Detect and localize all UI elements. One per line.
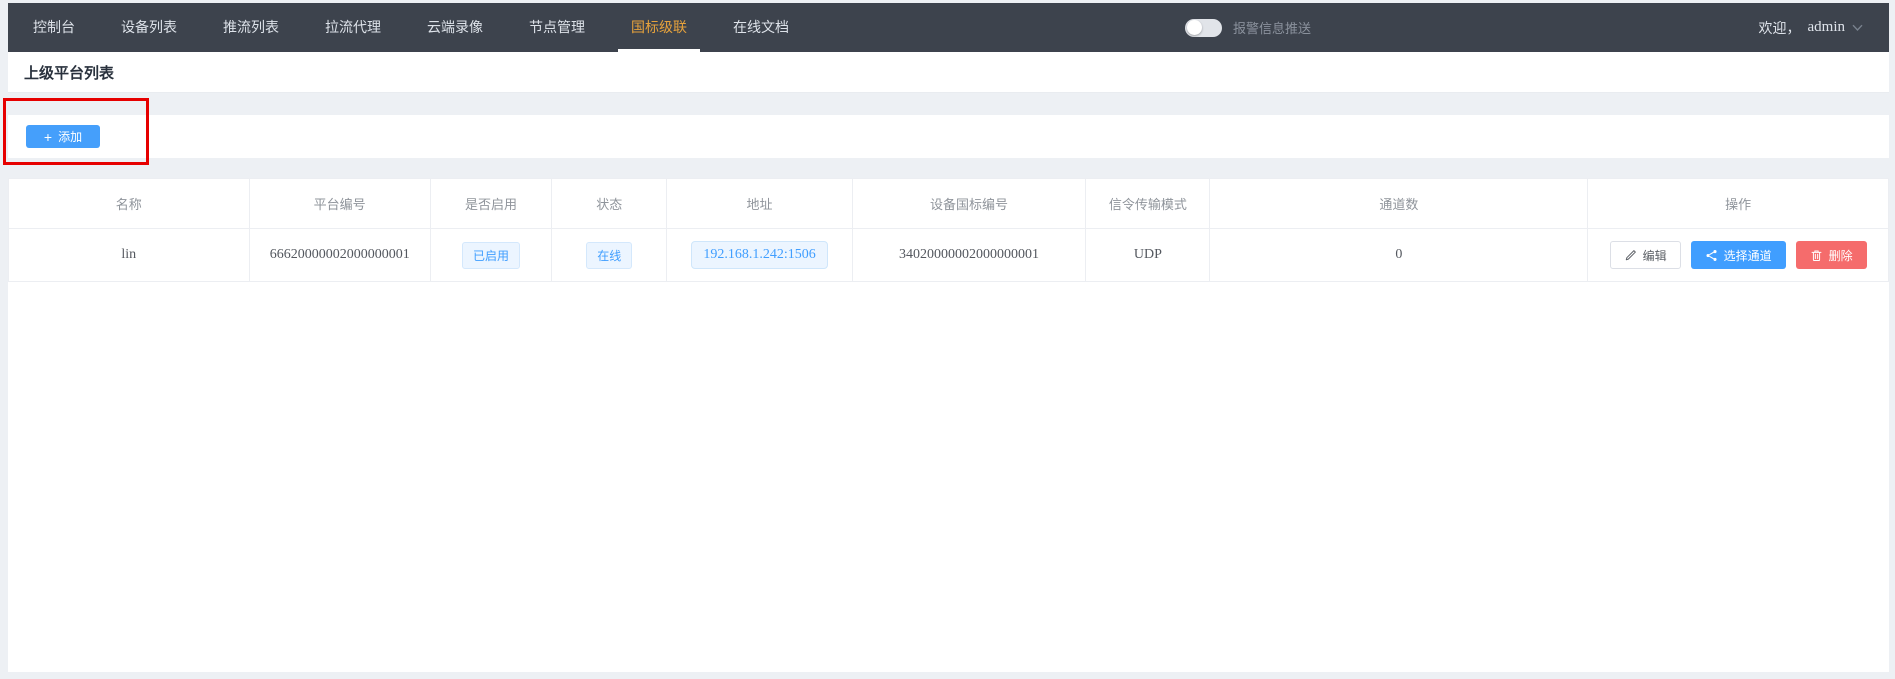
address-badge: 192.168.1.242:1506 [691, 241, 827, 269]
username: admin [1808, 19, 1846, 36]
alarm-push-group: 报警信息推送 [1185, 3, 1311, 52]
col-header-name: 名称 [9, 179, 250, 229]
cell-device-gb-id: 34020000002000000001 [852, 229, 1085, 282]
share-icon [1705, 249, 1718, 262]
welcome-text: 欢迎， [1759, 18, 1801, 38]
nav-item-gb-cascade[interactable]: 国标级联 [608, 3, 710, 52]
add-button-label: 添加 [58, 128, 82, 145]
cell-platform-id: 66620000002000000001 [249, 229, 430, 282]
alarm-push-toggle[interactable] [1185, 19, 1222, 37]
cell-channel-count: 0 [1210, 229, 1588, 282]
toggle-knob [1187, 20, 1202, 35]
page-root: 控制台 设备列表 推流列表 拉流代理 云端录像 节点管理 国标级联 在线文档 报… [0, 0, 1895, 679]
cell-enabled: 已启用 [430, 229, 551, 282]
cell-signal-transport: UDP [1086, 229, 1210, 282]
nav-item-push-list[interactable]: 推流列表 [200, 3, 302, 52]
delete-button[interactable]: 删除 [1796, 241, 1867, 269]
top-nav: 控制台 设备列表 推流列表 拉流代理 云端录像 节点管理 国标级联 在线文档 报… [8, 3, 1889, 52]
status-badge: 在线 [586, 242, 632, 269]
col-header-device-gb-id: 设备国标编号 [852, 179, 1085, 229]
nav-item-node-manage[interactable]: 节点管理 [506, 3, 608, 52]
user-menu[interactable]: 欢迎， admin [1759, 3, 1864, 52]
nav-item-pull-proxy[interactable]: 拉流代理 [302, 3, 404, 52]
chevron-down-icon [1852, 24, 1863, 32]
table-row: lin 66620000002000000001 已启用 在线 192.168.… [9, 229, 1889, 282]
edit-button-label: 编辑 [1643, 247, 1667, 264]
col-header-channel-count: 通道数 [1210, 179, 1588, 229]
nav-item-device-list[interactable]: 设备列表 [98, 3, 200, 52]
select-channel-label: 选择通道 [1724, 247, 1772, 264]
alarm-push-label: 报警信息推送 [1233, 18, 1311, 37]
cell-status: 在线 [552, 229, 667, 282]
add-button[interactable]: + 添加 [26, 125, 100, 148]
title-bar: 上级平台列表 [8, 52, 1889, 93]
nav-item-online-docs[interactable]: 在线文档 [710, 3, 812, 52]
nav-item-cloud-record[interactable]: 云端录像 [404, 3, 506, 52]
enabled-badge: 已启用 [462, 242, 520, 269]
col-header-address: 地址 [667, 179, 852, 229]
edit-pen-icon [1624, 249, 1637, 262]
col-header-signal-transport: 信令传输模式 [1086, 179, 1210, 229]
cell-address: 192.168.1.242:1506 [667, 229, 852, 282]
cell-name: lin [9, 229, 250, 282]
col-header-enabled: 是否启用 [430, 179, 551, 229]
spacer [8, 158, 1889, 178]
col-header-actions: 操作 [1588, 179, 1889, 229]
col-header-platform-id: 平台编号 [249, 179, 430, 229]
select-channel-button[interactable]: 选择通道 [1691, 241, 1786, 269]
platform-table-card: 名称 平台编号 是否启用 状态 地址 设备国标编号 信令传输模式 通道数 操作 … [8, 178, 1889, 672]
nav-item-console[interactable]: 控制台 [10, 3, 98, 52]
trash-icon [1810, 249, 1823, 262]
cell-actions: 编辑 选择通道 [1588, 229, 1889, 282]
edit-button[interactable]: 编辑 [1610, 241, 1681, 269]
nav-menu: 控制台 设备列表 推流列表 拉流代理 云端录像 节点管理 国标级联 在线文档 [8, 3, 812, 52]
toolbar: + 添加 [8, 115, 1889, 158]
spacer [8, 93, 1889, 115]
plus-icon: + [44, 130, 52, 144]
platform-table: 名称 平台编号 是否启用 状态 地址 设备国标编号 信令传输模式 通道数 操作 … [8, 178, 1889, 282]
col-header-status: 状态 [552, 179, 667, 229]
delete-button-label: 删除 [1829, 247, 1853, 264]
page-title: 上级平台列表 [24, 62, 114, 83]
table-header-row: 名称 平台编号 是否启用 状态 地址 设备国标编号 信令传输模式 通道数 操作 [9, 179, 1889, 229]
